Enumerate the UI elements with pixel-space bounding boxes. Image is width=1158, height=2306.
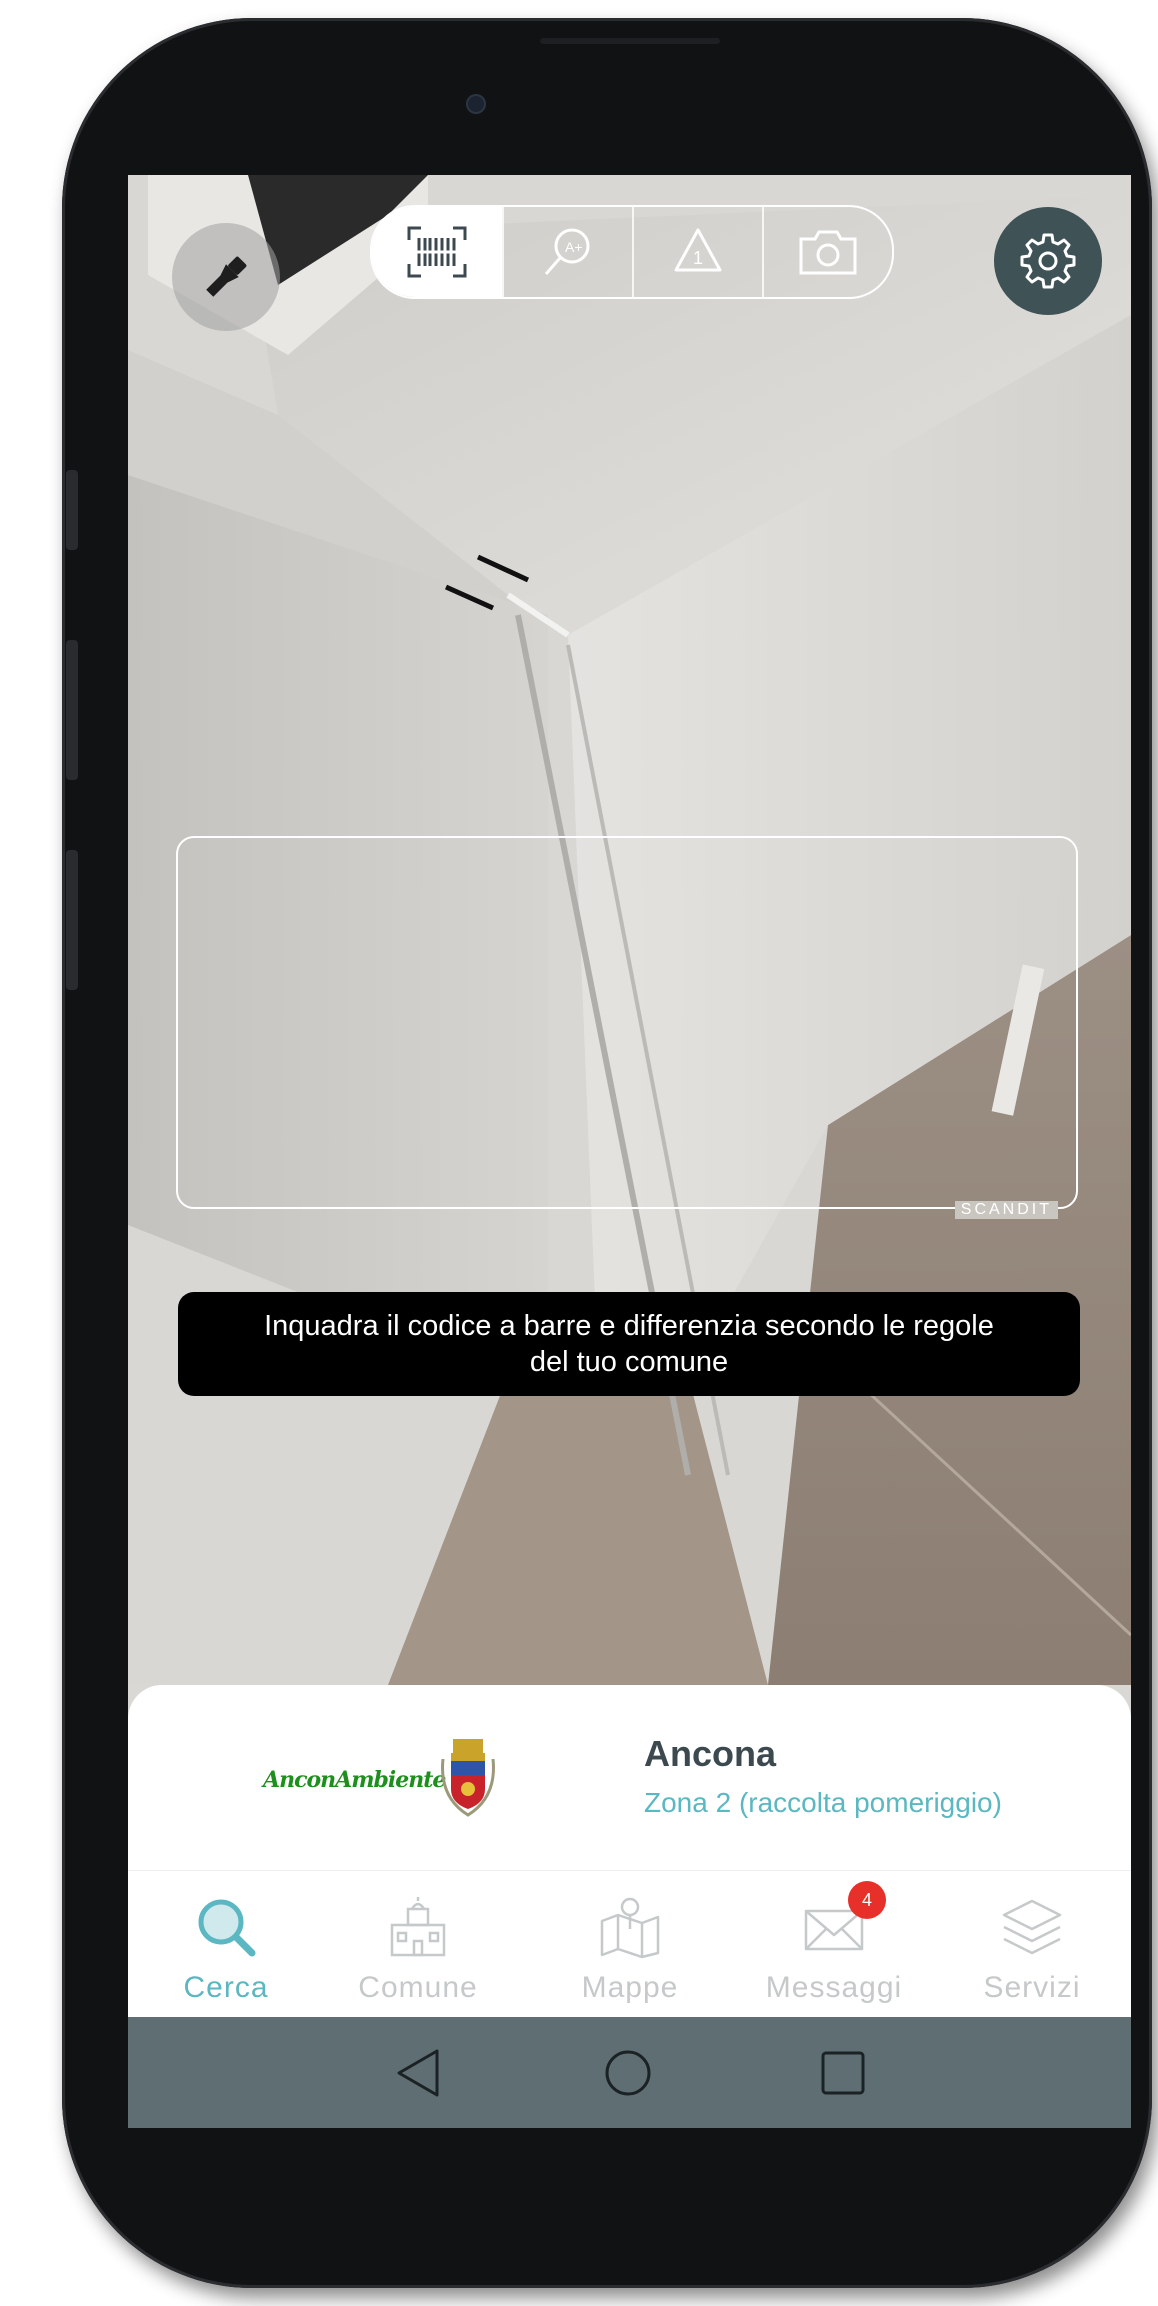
search-icon	[198, 1899, 256, 1957]
tab-comune-label: Comune	[358, 1971, 478, 2004]
tab-cerca[interactable]: Cerca	[136, 1881, 316, 2011]
screen: A+ 1 SCANDIT Inquadra il codice a barre …	[128, 175, 1131, 2128]
mode-camera[interactable]	[762, 207, 892, 297]
nav-recents-icon[interactable]	[819, 2049, 867, 2097]
mode-text-search[interactable]: A+	[502, 207, 632, 297]
flashlight-button[interactable]	[172, 223, 280, 331]
map-pin-icon	[600, 1897, 660, 1959]
tab-servizi-label: Servizi	[983, 1971, 1081, 2004]
scandit-watermark: SCANDIT	[954, 1201, 1058, 1219]
phone-side-button	[66, 470, 78, 550]
svg-text:A+: A+	[565, 239, 583, 255]
tab-comune[interactable]: Comune	[328, 1881, 508, 2011]
scan-mode-selector: A+ 1	[370, 205, 894, 299]
recycle-triangle-icon: 1	[674, 228, 722, 272]
bottom-tab-bar: Cerca Comune Mappe 4 Messaggi Servizi	[128, 1870, 1131, 2018]
mode-recycle[interactable]: 1	[632, 207, 762, 297]
front-camera	[466, 94, 486, 114]
operator-logo: AnconAmbiente	[263, 1735, 523, 1825]
collection-zone: Zona 2 (raccolta pomeriggio)	[644, 1787, 1002, 1818]
nav-back-icon[interactable]	[393, 2047, 443, 2099]
operator-logo-text: AnconAmbiente	[263, 1767, 446, 1793]
location-panel[interactable]: AnconAmbiente Ancona Zona 2 (raccolta po…	[128, 1685, 1131, 1870]
scan-viewfinder: SCANDIT	[176, 836, 1078, 1219]
city-crest-icon	[441, 1739, 495, 1817]
phone-speaker	[540, 38, 720, 44]
scan-hint-text: Inquadra il codice a barre e differenzia…	[264, 1310, 994, 1378]
camera-preview: A+ 1 SCANDIT Inquadra il codice a barre …	[128, 175, 1131, 1685]
phone-volume-down	[66, 850, 78, 990]
camera-icon	[799, 230, 857, 275]
layers-icon	[1002, 1899, 1062, 1955]
magnifier-label-icon: A+	[544, 228, 590, 275]
tab-messaggi[interactable]: 4 Messaggi	[744, 1881, 924, 2011]
settings-button[interactable]	[994, 207, 1102, 315]
tab-servizi[interactable]: Servizi	[942, 1881, 1122, 2011]
mode-barcode[interactable]	[372, 207, 502, 297]
tab-messaggi-label: Messaggi	[765, 1971, 903, 2004]
tab-mappe-label: Mappe	[581, 1971, 679, 2004]
nav-home-icon[interactable]	[602, 2047, 654, 2099]
svg-text:1: 1	[693, 248, 703, 268]
tab-cerca-label: Cerca	[183, 1971, 269, 2004]
city-name: Ancona	[644, 1733, 777, 1774]
system-navigation-bar	[128, 2017, 1131, 2128]
unread-messages-badge: 4	[848, 1881, 886, 1919]
gear-icon	[1020, 233, 1076, 289]
flashlight-icon	[206, 256, 247, 297]
town-hall-icon	[390, 1897, 446, 1957]
phone-volume-up	[66, 640, 78, 780]
tab-mappe[interactable]: Mappe	[540, 1881, 720, 2011]
barcode-scan-icon	[407, 226, 467, 278]
scan-hint: Inquadra il codice a barre e differenzia…	[178, 1292, 1080, 1396]
